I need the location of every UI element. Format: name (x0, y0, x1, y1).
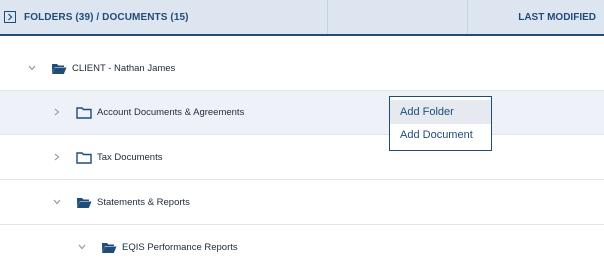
tree-item-label: Tax Documents (97, 152, 163, 163)
folder-open-icon (51, 62, 67, 75)
last-modified-column-header[interactable]: LAST MODIFIED (518, 12, 596, 23)
add-folder-menu-item[interactable]: Add Folder (390, 100, 491, 124)
tree-item-label: CLIENT - Nathan James (72, 63, 176, 74)
chevron-down-icon[interactable] (77, 242, 87, 252)
expand-all-icon[interactable] (4, 11, 16, 23)
folder-open-icon (101, 241, 117, 254)
chevron-right-icon[interactable] (52, 152, 62, 162)
chevron-right-icon[interactable] (52, 107, 62, 117)
tree-row-tax-documents[interactable]: Tax Documents (0, 136, 604, 180)
folder-open-icon (76, 196, 92, 209)
folder-icon (76, 106, 92, 119)
chevron-down-icon[interactable] (27, 63, 37, 73)
folder-icon (76, 151, 92, 164)
tree-row-client[interactable]: CLIENT - Nathan James (0, 47, 604, 91)
tree-item-label: EQIS Performance Reports (122, 242, 238, 253)
column-divider (467, 0, 468, 34)
list-header: FOLDERS (39) / DOCUMENTS (15) LAST MODIF… (0, 0, 604, 36)
tree-item-label: Account Documents & Agreements (97, 107, 245, 118)
tree-row-statements-reports[interactable]: Statements & Reports (0, 181, 604, 225)
tree-item-label: Statements & Reports (97, 197, 190, 208)
folders-documents-count[interactable]: FOLDERS (39) / DOCUMENTS (15) (24, 12, 189, 23)
tree-row-eqis-performance-reports[interactable]: EQIS Performance Reports (0, 226, 604, 270)
add-document-menu-item[interactable]: Add Document (390, 123, 491, 147)
tree-row-account-documents[interactable]: Account Documents & Agreements (0, 91, 604, 135)
chevron-down-icon[interactable] (52, 197, 62, 207)
context-menu: Add Folder Add Document (389, 96, 492, 151)
column-divider (327, 0, 328, 34)
